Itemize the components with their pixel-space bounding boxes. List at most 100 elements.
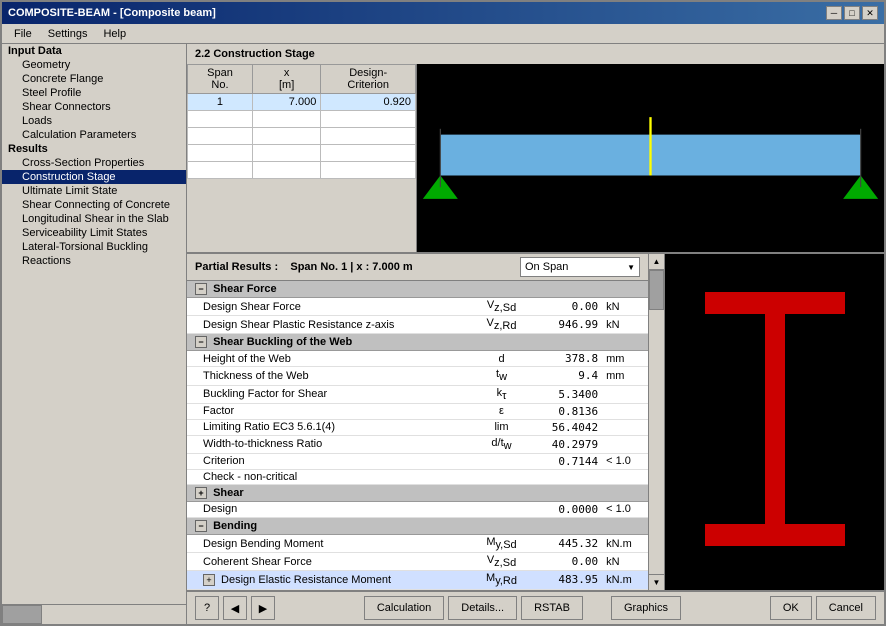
cell-value: 445.32 bbox=[528, 534, 602, 552]
table-row-empty-4 bbox=[188, 162, 416, 179]
scroll-track bbox=[649, 270, 664, 574]
steel-profile-view bbox=[664, 254, 884, 590]
results-section: Results bbox=[2, 142, 186, 156]
cell-x: 7.000 bbox=[252, 94, 320, 111]
menu-file[interactable]: File bbox=[6, 26, 40, 42]
sidebar-item-reactions[interactable]: Reactions bbox=[2, 254, 186, 268]
top-content: SpanNo. x[m] Design-Criterion 1 7.000 0.… bbox=[187, 64, 884, 252]
group-shear-force[interactable]: − Shear Force bbox=[187, 281, 648, 298]
cell-label: Factor bbox=[187, 403, 475, 419]
cell-label: Buckling Factor for Shear bbox=[187, 385, 475, 403]
row-height-web: Height of the Web d 378.8 mm bbox=[187, 351, 648, 367]
calculation-button[interactable]: Calculation bbox=[364, 596, 444, 620]
cell-value: 0.7144 bbox=[528, 453, 602, 469]
col-x: x[m] bbox=[252, 65, 320, 94]
sidebar-item-concrete-flange[interactable]: Concrete Flange bbox=[2, 72, 186, 86]
nav-forward-button[interactable]: ▶ bbox=[251, 596, 275, 620]
sidebar-item-ultimate-limit-state[interactable]: Ultimate Limit State bbox=[2, 184, 186, 198]
sidebar-item-lateral-torsional[interactable]: Lateral-Torsional Buckling bbox=[2, 240, 186, 254]
sidebar-item-calculation-parameters[interactable]: Calculation Parameters bbox=[2, 128, 186, 142]
table-row[interactable]: 1 7.000 0.920 bbox=[188, 94, 416, 111]
cell-unit bbox=[602, 403, 648, 419]
results-section: Partial Results : Span No. 1 | x : 7.000… bbox=[187, 254, 884, 590]
nav-tree: Input Data Geometry Concrete Flange Stee… bbox=[2, 44, 186, 604]
cell-symbol: Vz,Rd bbox=[475, 316, 528, 334]
cell-unit bbox=[602, 419, 648, 435]
ok-button[interactable]: OK bbox=[770, 596, 812, 620]
cancel-button[interactable]: Cancel bbox=[816, 596, 876, 620]
row-elastic-resistance: + Design Elastic Resistance Moment My,Rd… bbox=[187, 571, 648, 589]
menu-help[interactable]: Help bbox=[95, 26, 134, 42]
sidebar-item-shear-connecting-concrete[interactable]: Shear Connecting of Concrete bbox=[2, 198, 186, 212]
cell-symbol: tw bbox=[475, 367, 528, 385]
collapse-icon: − bbox=[195, 283, 207, 295]
details-button[interactable]: Details... bbox=[448, 596, 517, 620]
row-width-thickness: Width-to-thickness Ratio d/tw 40.2979 bbox=[187, 435, 648, 453]
group-bending[interactable]: − Bending bbox=[187, 517, 648, 534]
cell-label: Height of the Web bbox=[187, 351, 475, 367]
nav-back-button[interactable]: ◀ bbox=[223, 596, 247, 620]
help-icon-button[interactable]: ? bbox=[195, 596, 219, 620]
cell-symbol: My,Rd bbox=[475, 571, 528, 589]
top-section: 2.2 Construction Stage SpanNo. x[m] Desi… bbox=[187, 44, 884, 254]
group-shear[interactable]: + Shear bbox=[187, 484, 648, 501]
row-design-bending-moment: Design Bending Moment My,Sd 445.32 kN.m bbox=[187, 534, 648, 552]
on-span-dropdown[interactable]: On Span ▼ bbox=[520, 257, 640, 277]
vertical-scrollbar[interactable]: ▲ ▼ bbox=[648, 254, 664, 590]
menu-settings[interactable]: Settings bbox=[40, 26, 96, 42]
scroll-up-arrow[interactable]: ▲ bbox=[649, 254, 664, 270]
close-button[interactable]: ✕ bbox=[862, 6, 878, 20]
maximize-button[interactable]: □ bbox=[844, 6, 860, 20]
cell-unit: kN bbox=[602, 298, 648, 316]
row-buckling-factor: Buckling Factor for Shear kτ 5.3400 bbox=[187, 385, 648, 403]
sidebar-item-serviceability[interactable]: Serviceability Limit States bbox=[2, 226, 186, 240]
cell-unit bbox=[602, 435, 648, 453]
cell-symbol: ε bbox=[475, 403, 528, 419]
cell-symbol: Vz,Sd bbox=[475, 298, 528, 316]
cell-symbol bbox=[475, 453, 528, 469]
nav-scroll-container: Input Data Geometry Concrete Flange Stee… bbox=[2, 44, 186, 624]
group-shear-buckling[interactable]: − Shear Buckling of the Web bbox=[187, 334, 648, 351]
span-table: SpanNo. x[m] Design-Criterion 1 7.000 0.… bbox=[187, 64, 416, 179]
cell-label: Limiting Ratio EC3 5.6.1(4) bbox=[187, 419, 475, 435]
cell-unit bbox=[602, 469, 648, 484]
cell-value: 0.00 bbox=[528, 298, 602, 316]
sidebar-item-geometry[interactable]: Geometry bbox=[2, 58, 186, 72]
bottom-bar: ? ◀ ▶ Calculation Details... RSTAB Graph… bbox=[187, 590, 884, 624]
rstab-button[interactable]: RSTAB bbox=[521, 596, 583, 620]
sidebar-item-construction-stage[interactable]: Construction Stage bbox=[2, 170, 186, 184]
row-coherent-shear: Coherent Shear Force Vz,Sd 0.00 kN bbox=[187, 553, 648, 571]
expand-icon: + bbox=[203, 574, 215, 586]
sidebar-item-shear-connectors[interactable]: Shear Connectors bbox=[2, 100, 186, 114]
minimize-button[interactable]: ─ bbox=[826, 6, 842, 20]
sidebar-item-longitudinal-shear[interactable]: Longitudinal Shear in the Slab bbox=[2, 212, 186, 226]
beam-visualization bbox=[417, 64, 884, 252]
collapse-icon: − bbox=[195, 520, 207, 532]
cell-unit: mm bbox=[602, 351, 648, 367]
dropdown-arrow-icon: ▼ bbox=[627, 263, 635, 272]
horizontal-scroll[interactable] bbox=[2, 604, 186, 624]
cell-symbol bbox=[475, 501, 528, 517]
scroll-thumb[interactable] bbox=[649, 270, 664, 310]
cell-value: 0.0000 bbox=[528, 501, 602, 517]
cell-symbol: Vz,Sd bbox=[475, 553, 528, 571]
scroll-down-arrow[interactable]: ▼ bbox=[649, 574, 664, 590]
sidebar-item-steel-profile[interactable]: Steel Profile bbox=[2, 86, 186, 100]
cell-span-no: 1 bbox=[188, 94, 253, 111]
sidebar-item-loads[interactable]: Loads bbox=[2, 114, 186, 128]
cell-symbol: My,Sd bbox=[475, 534, 528, 552]
results-table-container[interactable]: − Shear Force Design Shear Force Vz,Sd 0… bbox=[187, 281, 648, 590]
cell-symbol bbox=[475, 469, 528, 484]
table-row-empty-2 bbox=[188, 128, 416, 145]
cell-unit: kN bbox=[602, 553, 648, 571]
cell-value: 483.95 bbox=[528, 571, 602, 589]
row-thickness-web: Thickness of the Web tw 9.4 mm bbox=[187, 367, 648, 385]
sidebar-item-cross-section-properties[interactable]: Cross-Section Properties bbox=[2, 156, 186, 170]
cell-value: 40.2979 bbox=[528, 435, 602, 453]
cell-unit: < 1.0 bbox=[602, 501, 648, 517]
graphics-button[interactable]: Graphics bbox=[611, 596, 681, 620]
cell-unit: kN bbox=[602, 316, 648, 334]
span-info: Span No. 1 | x : 7.000 m bbox=[290, 261, 412, 273]
scroll-thumb[interactable] bbox=[2, 605, 42, 624]
title-buttons: ─ □ ✕ bbox=[826, 6, 878, 20]
